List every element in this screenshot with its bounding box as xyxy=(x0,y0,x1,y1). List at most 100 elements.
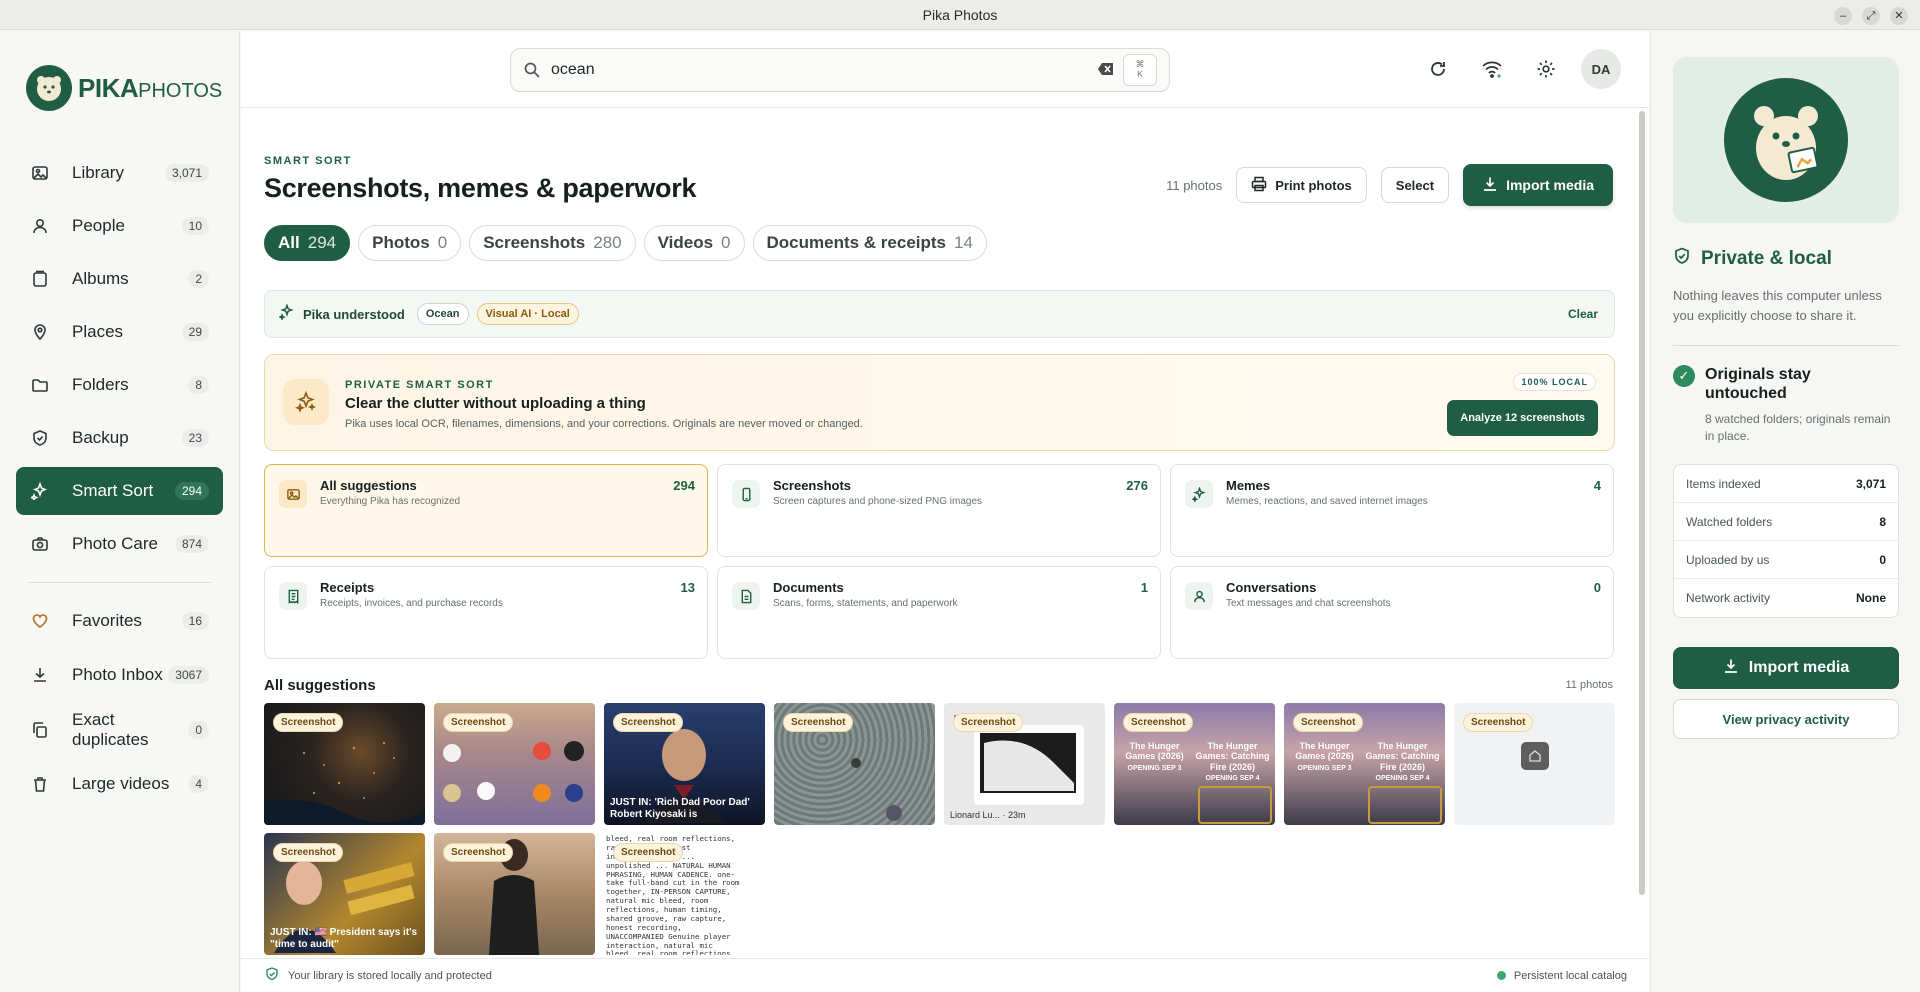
category-card-memes[interactable]: Memes Memes, reactions, and saved intern… xyxy=(1170,464,1614,557)
query-chip-visual-ai[interactable]: Visual AI · Local xyxy=(476,303,579,325)
wifi-icon[interactable] xyxy=(1473,50,1511,88)
window-controls: – ⤢ ✕ xyxy=(1834,7,1908,25)
search-bar[interactable]: ocean ⌘ K xyxy=(510,48,1170,92)
tab-documents-receipts[interactable]: Documents & receipts 14 xyxy=(752,225,987,261)
sidebar: PIKAPHOTOS Library 3,071 People 10 Album… xyxy=(0,31,240,992)
photo-thumbnail[interactable]: Screenshot xyxy=(434,703,595,825)
receipt-icon xyxy=(279,582,307,610)
header-actions: 11 photos Print photos Select Import med… xyxy=(1166,164,1613,206)
screenshot-badge: Screenshot xyxy=(783,713,854,732)
search-input[interactable]: ocean xyxy=(551,61,1097,79)
import-media-button[interactable]: Import media xyxy=(1463,164,1613,206)
view-privacy-activity-button[interactable]: View privacy activity xyxy=(1673,699,1899,739)
banner-title: Clear the clutter without uploading a th… xyxy=(345,395,646,412)
sidebar-item-large-videos[interactable]: Large videos 4 xyxy=(16,760,223,808)
top-bar: ocean ⌘ K DA xyxy=(241,31,1649,108)
clear-search-icon[interactable] xyxy=(1097,61,1115,79)
tab-all[interactable]: All 294 xyxy=(264,225,351,261)
sidebar-item-exact-duplicates[interactable]: Exact duplicates 0 xyxy=(16,705,223,755)
stat-label: Watched folders xyxy=(1686,514,1773,529)
minimize-icon[interactable]: – xyxy=(1834,7,1852,25)
close-icon[interactable]: ✕ xyxy=(1890,7,1908,25)
panel-import-label: Import media xyxy=(1748,659,1850,676)
stat-value: 8 xyxy=(1879,514,1886,529)
sidebar-item-places[interactable]: Places 29 xyxy=(16,308,223,356)
query-chip-ocean[interactable]: Ocean xyxy=(416,303,469,325)
sidebar-nav: Library 3,071 People 10 Albums 2 Places … xyxy=(16,149,223,813)
thumbnail-caption: The Hunger Games (2026) OPENING SEP 3 xyxy=(1118,741,1191,773)
footer-catalog-status: Persistent local catalog xyxy=(1513,969,1627,982)
panel-import-media-button[interactable]: Import media xyxy=(1673,647,1899,689)
window-titlebar: Pika Photos – ⤢ ✕ xyxy=(0,0,1920,30)
category-card-documents[interactable]: Documents Scans, forms, statements, and … xyxy=(717,566,1161,659)
stat-row: Items indexed 3,071 xyxy=(1674,465,1898,503)
sidebar-item-photo-care[interactable]: Photo Care 874 xyxy=(16,520,223,568)
tab-screenshots[interactable]: Screenshots 280 xyxy=(469,225,636,261)
thumbnail-caption: The Hunger Games: Catching Fire (2026) OP… xyxy=(1194,741,1271,783)
screenshot-badge: Screenshot xyxy=(443,843,514,862)
photo-thumbnail[interactable]: Screenshot xyxy=(264,703,425,825)
category-title: Receipts xyxy=(320,580,375,595)
gear-icon[interactable] xyxy=(1527,50,1565,88)
screenshot-badge: Screenshot xyxy=(273,713,344,732)
stat-row: Network activity None xyxy=(1674,579,1898,617)
tab-label: All xyxy=(278,233,300,252)
refresh-icon[interactable] xyxy=(1419,50,1457,88)
sidebar-item-count: 23 xyxy=(181,429,209,447)
banner-eyebrow: PRIVATE SMART SORT xyxy=(345,379,494,391)
sidebar-item-smart-sort[interactable]: Smart Sort 294 xyxy=(16,467,223,515)
photo-thumbnail[interactable]: bleed, real room reflections, raw captur… xyxy=(604,833,744,955)
category-card-conversations[interactable]: Conversations Text messages and chat scr… xyxy=(1170,566,1614,659)
clear-query-button[interactable]: Clear xyxy=(1568,307,1598,321)
sidebar-item-count: 874 xyxy=(174,535,209,553)
sidebar-item-folders[interactable]: Folders 8 xyxy=(16,361,223,409)
tab-photos[interactable]: Photos 0 xyxy=(358,225,462,261)
analyze-screenshots-button[interactable]: Analyze 12 screenshots xyxy=(1447,400,1598,436)
sidebar-item-albums[interactable]: Albums 2 xyxy=(16,255,223,303)
sidebar-item-count: 8 xyxy=(188,376,209,394)
tab-videos[interactable]: Videos 0 xyxy=(643,225,745,261)
main-content: ocean ⌘ K DA SMART SORT Screenshots, meme… xyxy=(241,31,1649,992)
category-description: Text messages and chat screenshots xyxy=(1226,598,1391,609)
sidebar-item-photo-inbox[interactable]: Photo Inbox 3067 xyxy=(16,650,223,700)
category-grid: All suggestions Everything Pika has reco… xyxy=(264,464,1615,659)
category-count: 4 xyxy=(1593,478,1601,493)
sidebar-item-label: Photo Care xyxy=(72,534,158,554)
shield-check-icon xyxy=(265,967,279,984)
sidebar-item-library[interactable]: Library 3,071 xyxy=(16,149,223,197)
photo-thumbnail[interactable]: Screenshot xyxy=(774,703,935,825)
category-card-screenshots[interactable]: Screenshots Screen captures and phone-si… xyxy=(717,464,1161,557)
app-logo[interactable]: PIKAPHOTOS xyxy=(26,65,222,111)
avatar[interactable]: DA xyxy=(1581,49,1621,89)
download-icon xyxy=(30,665,50,685)
photo-thumbnail[interactable]: Screenshot JUST IN: 🇺🇸 President says it… xyxy=(264,833,425,955)
photo-thumbnail[interactable]: Screenshot Lionard Lu... · 23m xyxy=(944,703,1105,825)
photo-thumbnail[interactable]: Screenshot xyxy=(434,833,595,955)
photo-thumbnail[interactable]: Screenshot xyxy=(1454,703,1615,825)
photo-thumbnail[interactable]: The Hunger Games (2026) OPENING SEP 3 The… xyxy=(1284,703,1445,825)
sidebar-item-people[interactable]: People 10 xyxy=(16,202,223,250)
photo-thumbnail[interactable]: Screenshot JUST IN: 'Rich Dad Poor Dad' … xyxy=(604,703,765,825)
sidebar-item-label: Exact duplicates xyxy=(72,710,149,749)
stat-row: Uploaded by us 0 xyxy=(1674,541,1898,579)
scrollbar[interactable] xyxy=(1639,111,1645,895)
maximize-icon[interactable]: ⤢ xyxy=(1862,7,1880,25)
window-title: Pika Photos xyxy=(922,6,998,23)
select-button[interactable]: Select xyxy=(1380,167,1450,203)
sidebar-item-favorites[interactable]: Favorites 16 xyxy=(16,597,223,645)
sidebar-divider xyxy=(28,582,211,583)
document-icon xyxy=(732,582,760,610)
category-card-receipts[interactable]: Receipts Receipts, invoices, and purchas… xyxy=(264,566,708,659)
local-badge: 100% LOCAL xyxy=(1513,373,1596,391)
screenshot-badge: Screenshot xyxy=(273,843,344,862)
album-icon xyxy=(30,269,50,289)
category-card-all-suggestions[interactable]: All suggestions Everything Pika has reco… xyxy=(264,464,708,557)
sidebar-item-count: 0 xyxy=(188,721,209,739)
photo-thumbnail[interactable]: The Hunger Games (2026) OPENING SEP 3 The… xyxy=(1114,703,1275,825)
sidebar-item-backup[interactable]: Backup 23 xyxy=(16,414,223,462)
tab-count: 14 xyxy=(954,233,973,252)
thumbnail-caption: JUST IN: 'Rich Dad Poor Dad' Robert Kiyo… xyxy=(610,797,750,820)
screenshot-badge: Screenshot xyxy=(443,713,514,732)
category-title: Screenshots xyxy=(773,478,852,493)
print-photos-button[interactable]: Print photos xyxy=(1236,167,1367,203)
